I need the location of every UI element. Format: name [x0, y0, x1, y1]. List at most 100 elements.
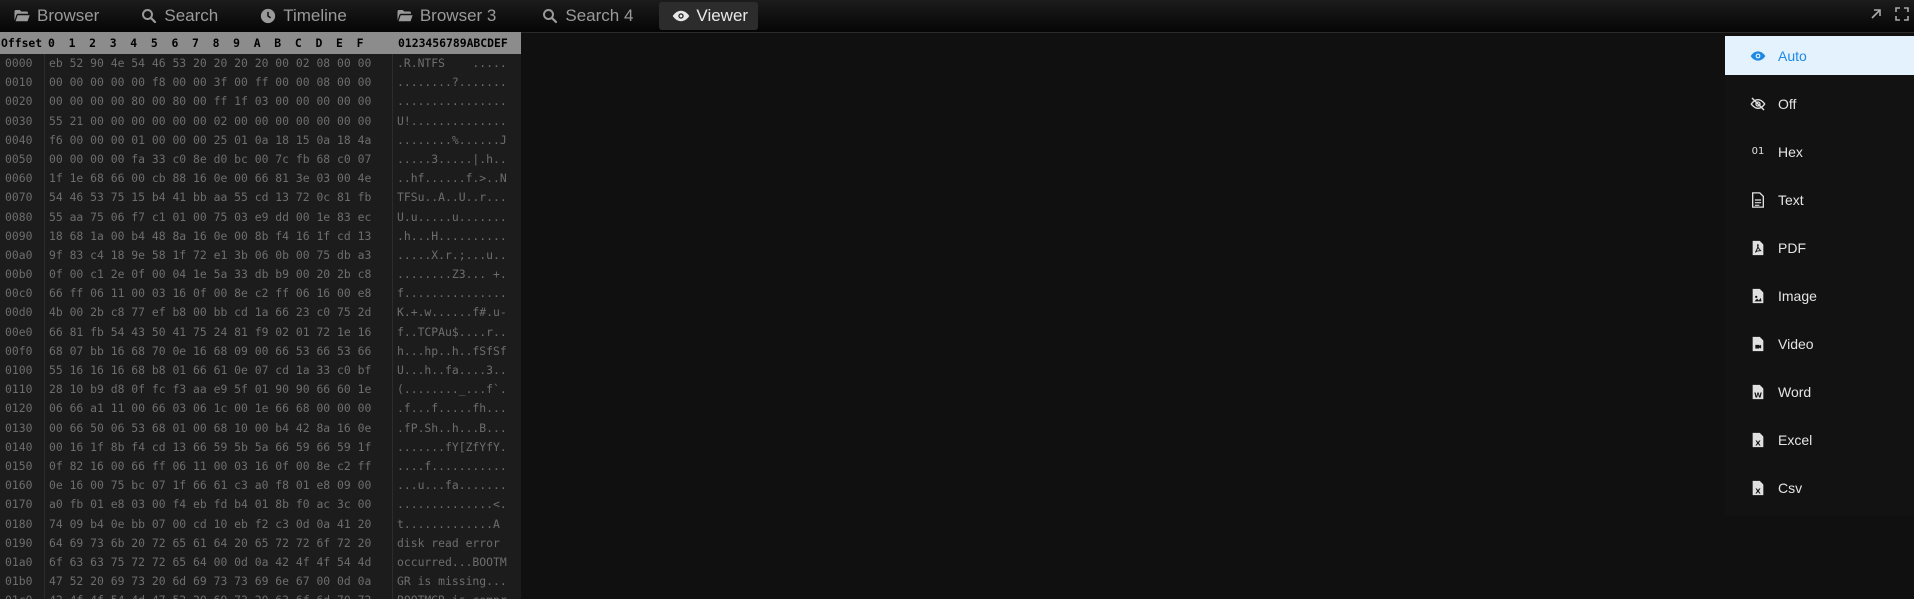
fullscreen-icon[interactable] — [1894, 6, 1910, 22]
row-offset: 0090 — [0, 226, 45, 246]
hex-row: 00c0 66 ff 06 11 00 03 16 0f 00 8e c2 ff … — [0, 284, 521, 304]
view-mode-label: Auto — [1778, 47, 1807, 64]
row-ascii: t.............A — [397, 516, 507, 531]
view-mode-excel[interactable]: X Excel — [1725, 420, 1914, 459]
tab-search[interactable]: Search — [127, 1, 228, 31]
row-offset: 0060 — [0, 169, 45, 189]
folder-open-icon — [396, 7, 414, 25]
row-hex-bytes: 0f 82 16 00 66 ff 06 11 00 03 16 0f 00 8… — [45, 456, 393, 477]
view-mode-hex[interactable]: 01 Hex — [1725, 132, 1914, 171]
row-hex-bytes: 55 16 16 16 68 b8 01 66 61 0e 07 cd 1a 3… — [45, 361, 393, 381]
hex-row: 0000 eb 52 90 4e 54 46 53 20 20 20 20 00 … — [0, 54, 521, 74]
tab-label: Browser — [37, 6, 100, 25]
row-offset: 0100 — [0, 361, 45, 381]
tab-search-4[interactable]: Search 4 — [528, 1, 643, 31]
row-offset: 0130 — [0, 418, 45, 438]
hex-viewer[interactable]: Offset 0 1 2 3 4 5 6 7 8 9 A B C D E F 0… — [0, 32, 521, 599]
hex-row: 0190 64 69 73 6b 20 72 65 61 64 20 65 72 … — [0, 533, 521, 553]
row-ascii: ....f........... — [397, 458, 507, 473]
row-hex-bytes: 00 00 00 00 fa 33 c0 8e d0 bc 00 7c fb 6… — [45, 149, 393, 170]
view-mode-label: Image — [1778, 287, 1817, 304]
row-ascii: ..hf......f.>..N — [397, 171, 507, 186]
row-ascii: U.u.....u....... — [397, 209, 507, 224]
row-hex-bytes: 9f 83 c4 18 9e 58 1f 72 e1 3b 06 0b 00 7… — [45, 245, 393, 266]
row-ascii: BOOTMGR is compr — [393, 591, 507, 599]
hex-row: 0080 55 aa 75 06 f7 c1 01 00 75 03 e9 dd … — [0, 207, 521, 227]
row-offset: 00a0 — [0, 245, 45, 266]
popout-icon[interactable] — [1868, 6, 1884, 22]
row-offset: 00e0 — [0, 322, 45, 342]
tab-browser[interactable]: Browser — [0, 1, 109, 31]
view-mode-pdf[interactable]: PDF — [1725, 228, 1914, 267]
tab-browser-3[interactable]: Browser 3 — [383, 1, 507, 31]
view-mode-word[interactable]: W Word — [1725, 372, 1914, 411]
row-ascii: ........%......J — [397, 132, 507, 147]
row-ascii: .fP.Sh..h...B... — [397, 420, 507, 435]
row-offset: 01c0 — [0, 591, 45, 599]
row-ascii: occurred...BOOTM — [397, 554, 507, 569]
view-mode-label: Video — [1778, 335, 1814, 352]
hex-row: 00a0 9f 83 c4 18 9e 58 1f 72 e1 3b 06 0b … — [0, 245, 521, 266]
view-mode-label: Excel — [1778, 431, 1813, 448]
row-offset: 0170 — [0, 495, 45, 515]
view-mode-label: Text — [1778, 191, 1804, 208]
row-ascii: f............... — [397, 286, 507, 301]
view-mode-video[interactable]: Video — [1725, 324, 1914, 363]
hex-row: 0050 00 00 00 00 fa 33 c0 8e d0 bc 00 7c … — [0, 149, 521, 170]
row-ascii: .f...f.....fh... — [397, 401, 507, 416]
tab-timeline[interactable]: Timeline — [246, 1, 357, 31]
view-mode-image[interactable]: Image — [1725, 276, 1914, 315]
row-offset: 0110 — [0, 380, 45, 400]
eye-icon — [1750, 48, 1766, 64]
row-ascii: .R.NTFS ..... — [397, 56, 507, 70]
row-hex-bytes: eb 52 90 4e 54 46 53 20 20 20 20 00 02 0… — [45, 54, 393, 74]
view-mode-csv[interactable]: X Csv — [1725, 468, 1914, 507]
row-hex-bytes: 00 16 1f 8b f4 cd 13 66 59 5b 5a 66 59 6… — [45, 437, 393, 457]
row-offset: 0030 — [0, 111, 45, 131]
row-hex-bytes: 66 ff 06 11 00 03 16 0f 00 8e c2 ff 06 1… — [45, 284, 393, 304]
row-ascii: ................ — [397, 94, 507, 109]
row-offset: 0040 — [0, 130, 45, 150]
view-mode-label: Word — [1778, 383, 1812, 400]
hex-header: Offset 0 1 2 3 4 5 6 7 8 9 A B C D E F 0… — [0, 32, 521, 54]
search-icon — [541, 7, 559, 25]
row-hex-bytes: f6 00 00 00 01 00 00 00 25 01 0a 18 15 0… — [45, 130, 393, 150]
row-hex-bytes: 64 69 73 6b 20 72 65 61 64 20 65 72 72 6… — [45, 533, 393, 553]
row-ascii: f..TCPAu$....r.. — [397, 324, 507, 339]
row-hex-bytes: 28 10 b9 d8 0f fc f3 aa e9 5f 01 90 90 6… — [45, 380, 393, 400]
row-offset: 0080 — [0, 207, 45, 227]
row-ascii: ..............<. — [397, 497, 507, 512]
tab-viewer[interactable]: Viewer — [659, 2, 759, 30]
svg-text:X: X — [1755, 486, 1761, 495]
hex-row: 0160 0e 16 00 75 bc 07 1f 66 61 c3 a0 f8 … — [0, 476, 521, 496]
csv-file-icon: X — [1750, 480, 1766, 496]
offset-column-header: Offset — [1, 36, 43, 50]
hex-row: 0100 55 16 16 16 68 b8 01 66 61 0e 07 cd … — [0, 361, 521, 381]
row-hex-bytes: a0 fb 01 e8 03 00 f4 eb fd b4 01 8b f0 a… — [45, 495, 393, 515]
row-hex-bytes: 4b 00 2b c8 77 ef b8 00 bb cd 1a 66 23 c… — [45, 303, 393, 323]
tab-label: Viewer — [696, 6, 749, 25]
row-hex-bytes: 00 00 00 00 80 00 80 00 ff 1f 03 00 00 0… — [45, 92, 393, 112]
row-hex-bytes: 42 4f 4f 54 4d 47 52 20 69 73 20 63 6f 6… — [45, 591, 393, 599]
row-offset: 0140 — [0, 437, 45, 457]
hex-row: 0120 06 66 a1 11 00 66 03 06 1c 00 1e 66 … — [0, 399, 521, 419]
word-file-icon: W — [1750, 384, 1766, 400]
view-mode-auto[interactable]: Auto — [1725, 36, 1914, 75]
view-mode-label: Csv — [1778, 479, 1803, 496]
hex-01-icon: 01 — [1751, 146, 1765, 157]
hex-row: 0180 74 09 b4 0e bb 07 00 cd 10 eb f2 c3 … — [0, 514, 521, 534]
row-offset: 00c0 — [0, 284, 45, 304]
row-offset: 00b0 — [0, 265, 45, 285]
hex-row: 0130 00 66 50 06 53 68 01 00 68 10 00 b4 … — [0, 418, 521, 438]
hex-row: 0010 00 00 00 00 00 f8 00 00 3f 00 ff 00 … — [0, 73, 521, 93]
hex-row: 0150 0f 82 16 00 66 ff 06 11 00 03 16 0f … — [0, 456, 521, 477]
excel-file-icon: X — [1750, 432, 1766, 448]
row-offset: 0190 — [0, 533, 45, 553]
view-mode-text[interactable]: Text — [1725, 180, 1914, 219]
hex-row: 0040 f6 00 00 00 01 00 00 00 25 01 0a 18 … — [0, 130, 521, 150]
view-mode-off[interactable]: Off — [1725, 84, 1914, 123]
ascii-column-header: 0123456789ABCDEF — [398, 36, 508, 50]
row-hex-bytes: 0e 16 00 75 bc 07 1f 66 61 c3 a0 f8 01 e… — [45, 476, 393, 496]
hex-row: 0060 1f 1e 68 66 00 cb 88 16 0e 00 66 81 … — [0, 169, 521, 189]
window-controls — [1868, 6, 1910, 22]
